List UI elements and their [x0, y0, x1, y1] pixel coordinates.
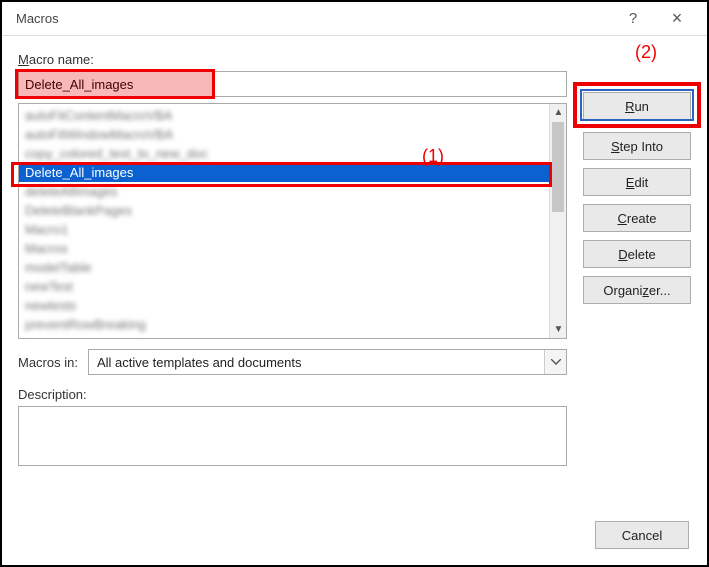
run-button[interactable]: Run [583, 92, 691, 120]
cancel-button[interactable]: Cancel [595, 521, 689, 549]
list-item[interactable]: deleteAllImages [19, 182, 549, 201]
create-button[interactable]: Create [583, 204, 691, 232]
list-item[interactable]: Macro1 [19, 220, 549, 239]
list-item[interactable]: copy_colored_text_to_new_doc [19, 144, 549, 163]
description-box [18, 406, 567, 466]
window-title: Macros [16, 11, 59, 26]
list-item[interactable]: DeleteBlankPages [19, 201, 549, 220]
title-bar: Macros ? × [2, 2, 707, 36]
macro-list[interactable]: autoFitContentMacroVBAautoFitWindowMacro… [18, 103, 567, 339]
macros-in-label: Macros in: [18, 355, 78, 370]
macro-name-input[interactable] [18, 71, 567, 97]
organizer-button[interactable]: Organizer... [583, 276, 691, 304]
list-item[interactable]: autoFitContentMacroVBA [19, 106, 549, 125]
list-item[interactable]: Macros [19, 239, 549, 258]
list-item[interactable]: newTest [19, 277, 549, 296]
scroll-up-icon[interactable]: ▲ [550, 104, 567, 121]
list-item[interactable]: autoFitWindowMacroVBA [19, 125, 549, 144]
list-item[interactable]: preventRowBreaking [19, 315, 549, 334]
list-item[interactable]: newtests [19, 296, 549, 315]
scroll-thumb[interactable] [552, 122, 564, 212]
macro-name-label: Macro name: [18, 52, 567, 67]
macros-in-value: All active templates and documents [97, 355, 302, 370]
description-label: Description: [18, 387, 567, 402]
step-into-button[interactable]: Step Into [583, 132, 691, 160]
close-button[interactable]: × [655, 4, 699, 34]
scroll-down-icon[interactable]: ▼ [550, 321, 567, 338]
edit-button[interactable]: Edit [583, 168, 691, 196]
scrollbar[interactable]: ▲ ▼ [549, 104, 566, 338]
delete-button[interactable]: Delete [583, 240, 691, 268]
chevron-down-icon[interactable] [544, 350, 566, 374]
list-item[interactable]: modelTable [19, 258, 549, 277]
macros-in-select[interactable]: All active templates and documents [88, 349, 567, 375]
help-button[interactable]: ? [611, 4, 655, 34]
list-item[interactable]: Delete_All_images [19, 163, 549, 182]
